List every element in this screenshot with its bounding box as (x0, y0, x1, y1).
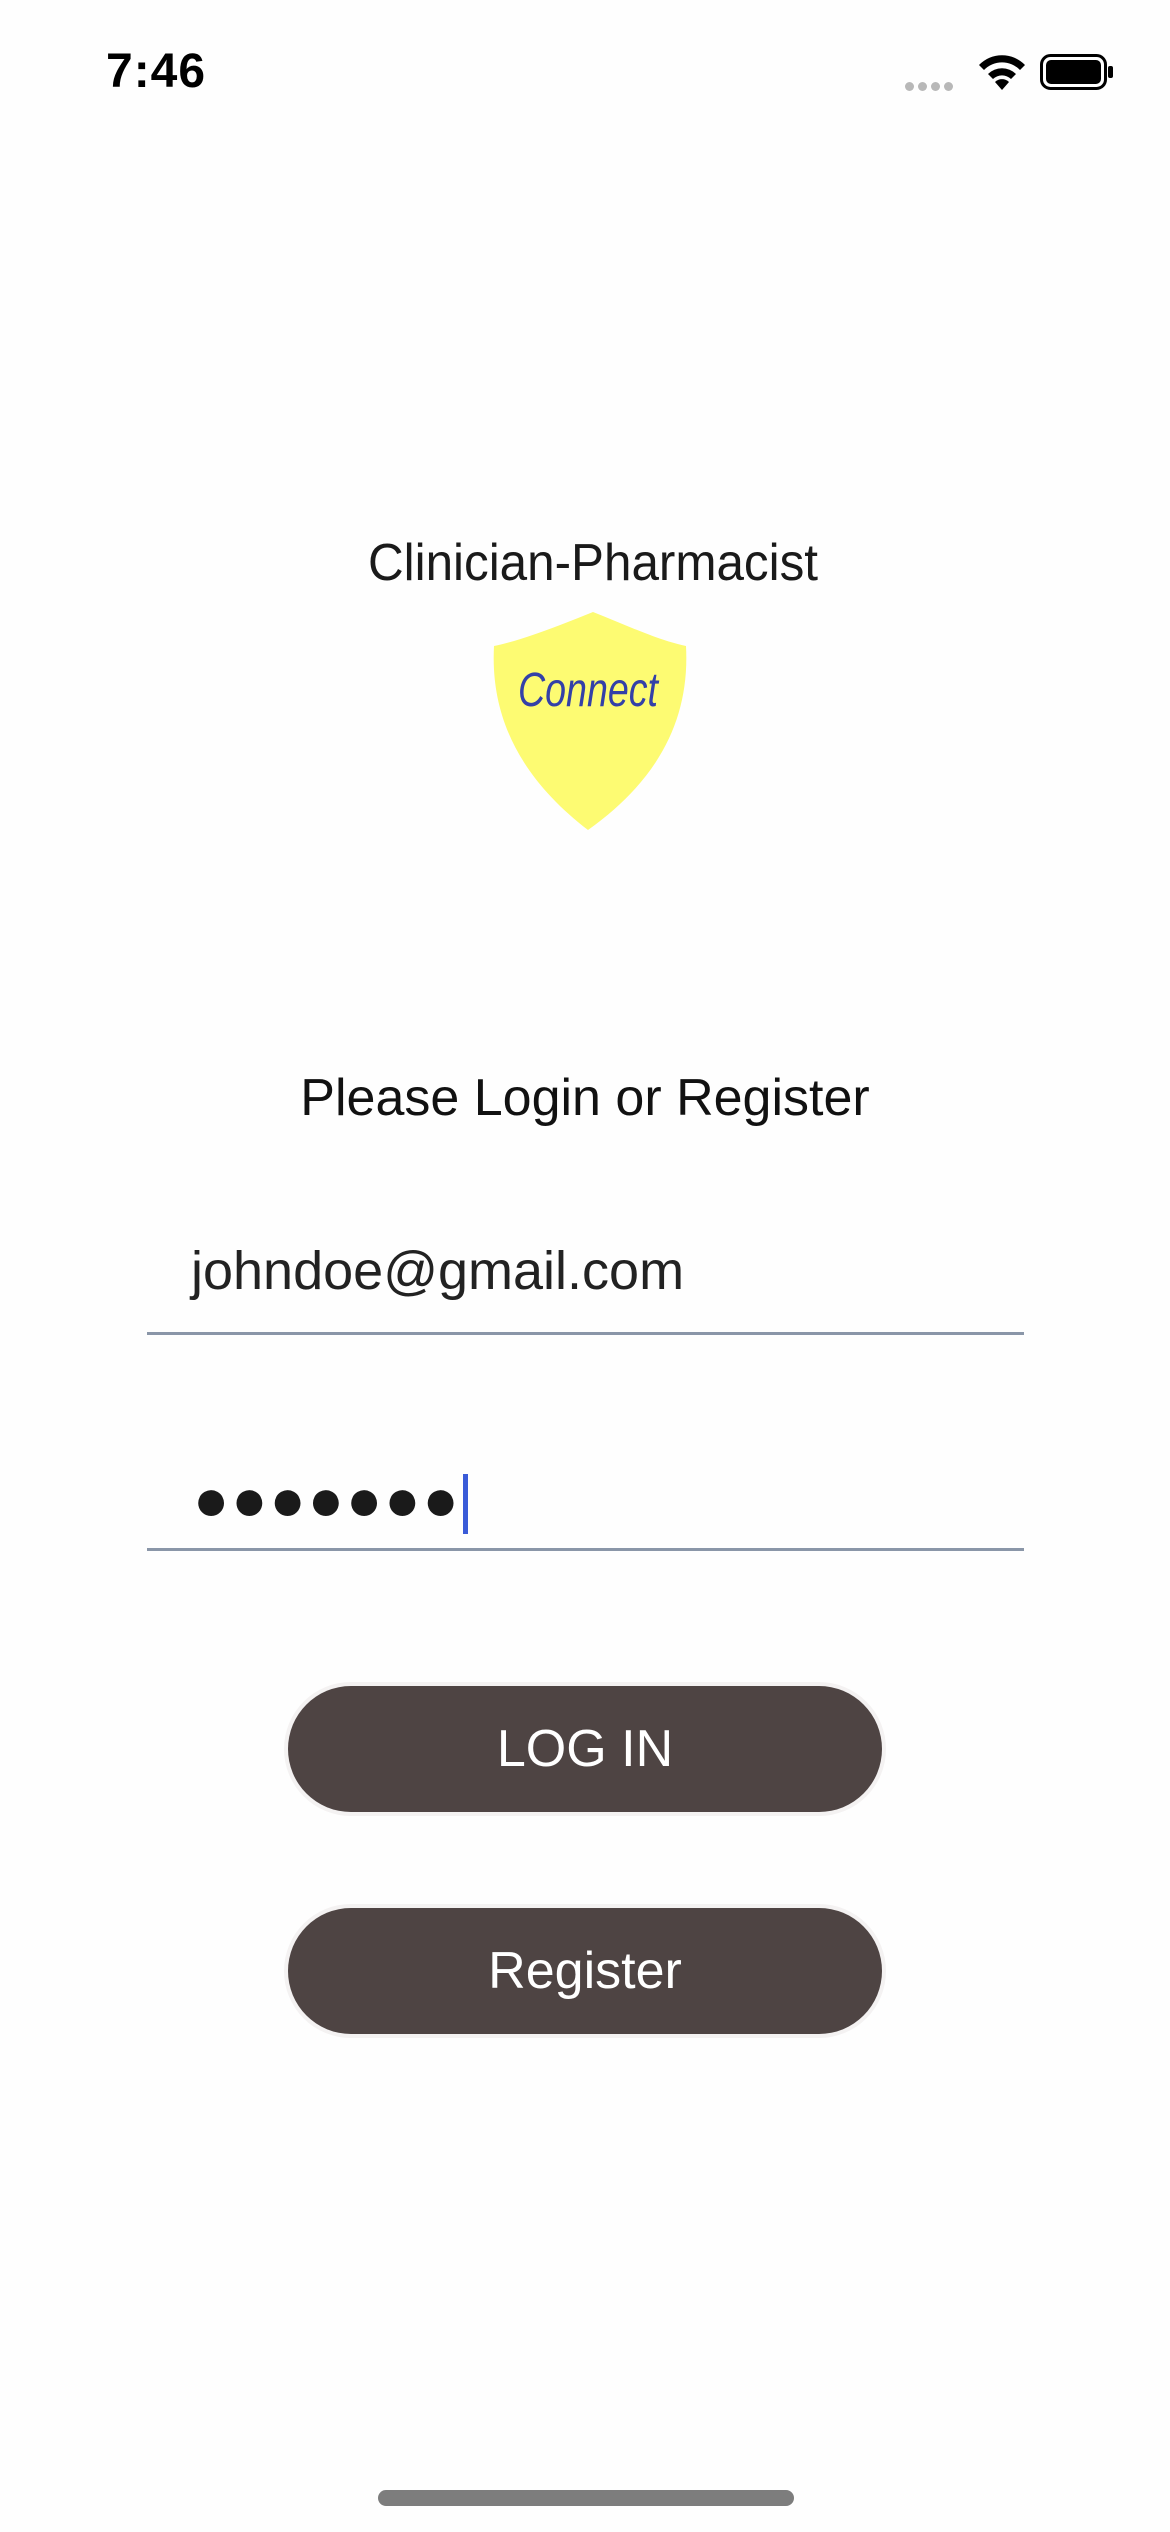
logo-badge-text: Connect (518, 664, 659, 717)
password-dots: ●●●●●●● (193, 1466, 461, 1533)
battery-full-icon (1040, 54, 1113, 90)
login-prompt: Please Login or Register (300, 1069, 870, 1127)
login-button[interactable]: LOG IN (288, 1686, 882, 1812)
app-logo: Clinician-Pharmacist Connect (368, 534, 818, 830)
wifi-icon (979, 55, 1025, 90)
password-value: ●●●●●●● (193, 1470, 468, 1535)
password-field[interactable]: ●●●●●●● (147, 1440, 1024, 1551)
shield-badge-icon (493, 612, 687, 830)
text-caret (462, 1474, 468, 1535)
status-time: 7:46 (106, 45, 207, 98)
register-button[interactable]: Register (288, 1908, 882, 2034)
signal-dots-icon (905, 82, 963, 91)
email-field[interactable]: johndoe@gmail.com (147, 1222, 1024, 1335)
logo-title: Clinician-Pharmacist (368, 534, 818, 592)
home-indicator[interactable] (378, 2490, 794, 2506)
email-value: johndoe@gmail.com (191, 1241, 685, 1301)
